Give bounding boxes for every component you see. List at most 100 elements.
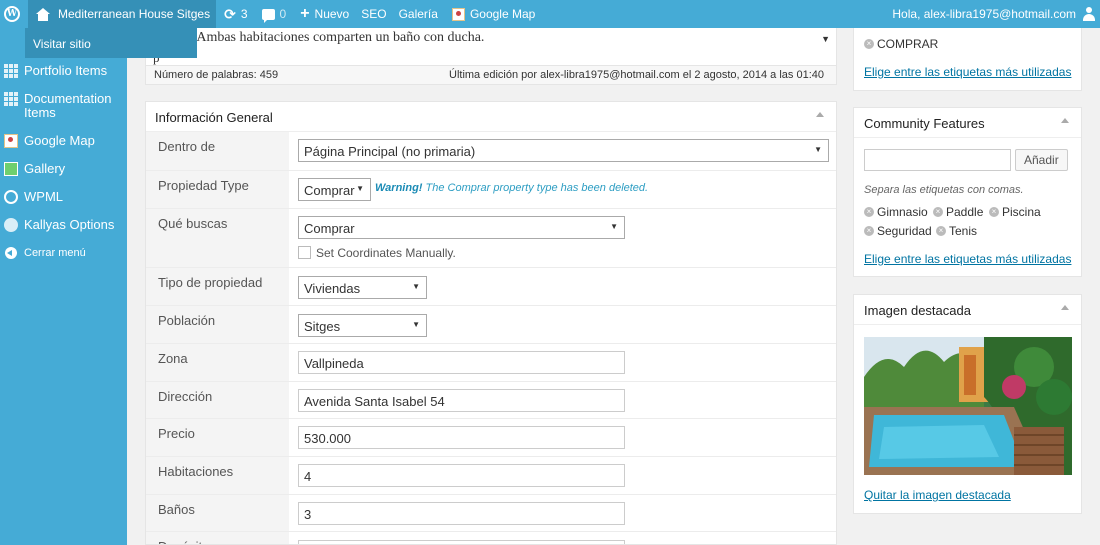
tipo-propiedad-select[interactable]: Viviendas ▼ xyxy=(298,276,427,299)
remove-tag-icon[interactable]: × xyxy=(933,207,943,217)
seo-button[interactable]: SEO xyxy=(355,0,392,28)
pool-photo-icon xyxy=(864,337,1072,475)
tag-item: × Gimnasio xyxy=(864,205,928,219)
tag-label: Piscina xyxy=(1002,205,1041,219)
add-tag-button[interactable]: Añadir xyxy=(1015,149,1068,171)
deposito-input[interactable] xyxy=(298,540,625,544)
featured-image-title: Imagen destacada xyxy=(864,303,971,318)
featured-image-thumbnail[interactable] xyxy=(864,337,1072,475)
map-icon xyxy=(4,134,18,148)
chevron-down-icon: ▼ xyxy=(412,320,420,329)
featured-image-header[interactable]: Imagen destacada xyxy=(854,295,1081,325)
field-label: Zona xyxy=(146,344,289,381)
tag-item: × Paddle xyxy=(933,205,983,219)
field-label: Propiedad Type xyxy=(146,171,289,208)
wpml-icon xyxy=(4,190,18,204)
direccion-input[interactable]: Avenida Santa Isabel 54 xyxy=(298,389,625,412)
choose-tags-link[interactable]: Elige entre las etiquetas más utilizadas xyxy=(864,252,1071,266)
chevron-down-icon: ▼ xyxy=(610,222,618,231)
collapse-arrow-icon[interactable] xyxy=(816,112,824,117)
admin-sidebar: Portfolio Items Documentation Items Goog… xyxy=(0,28,127,545)
scroll-down-icon[interactable]: ▼ xyxy=(821,34,830,44)
collapse-arrow-icon[interactable] xyxy=(1061,118,1069,123)
remove-tag-icon[interactable]: × xyxy=(864,39,874,49)
gallery-button[interactable]: Galería xyxy=(393,0,444,28)
remove-tag-icon[interactable]: × xyxy=(989,207,999,217)
sidebar-item-portfolio[interactable]: Portfolio Items xyxy=(0,64,127,78)
word-count: Número de palabras: 459 xyxy=(154,69,279,81)
remove-tag-icon[interactable]: × xyxy=(936,226,946,236)
new-label: Nuevo xyxy=(314,7,350,21)
collapse-icon xyxy=(5,247,17,259)
tag-label: Tenis xyxy=(949,224,978,238)
comment-icon xyxy=(261,8,275,23)
editor-status-bar: Número de palabras: 459 Última edición p… xyxy=(146,65,836,84)
sidebar-item-label: Kallyas Options xyxy=(24,217,115,232)
select-value: Viviendas xyxy=(304,281,361,296)
grid-icon xyxy=(4,64,18,78)
account-menu[interactable]: Hola, alex-libra1975@hotmail.com xyxy=(886,0,1100,28)
poblacion-select[interactable]: Sitges ▼ xyxy=(298,314,427,337)
info-general-header[interactable]: Información General xyxy=(146,102,836,132)
propiedad-type-select[interactable]: Comprar ▼ xyxy=(298,178,371,201)
remove-tag-icon[interactable]: × xyxy=(864,226,874,236)
editor-text: ble. Ambas habitaciones comparten un bañ… xyxy=(173,30,485,45)
que-buscas-select[interactable]: Comprar ▼ xyxy=(298,216,625,239)
tag-item: × COMPRAR xyxy=(864,37,938,51)
gallery-label: Galería xyxy=(398,7,438,21)
greeting: Hola, alex-libra1975@hotmail.com xyxy=(892,7,1076,21)
tag-input[interactable] xyxy=(864,149,1011,171)
remove-tag-icon[interactable]: × xyxy=(864,207,874,217)
chevron-down-icon: ▼ xyxy=(814,145,822,154)
set-coordinates-checkbox[interactable] xyxy=(298,246,311,259)
field-label: Baños xyxy=(146,495,289,531)
chevron-down-icon: ▼ xyxy=(356,184,364,193)
sidebar-item-gallery[interactable]: Gallery xyxy=(0,162,127,176)
tag-item: × Seguridad xyxy=(864,224,932,238)
info-general-title: Información General xyxy=(155,110,273,125)
collapse-arrow-icon[interactable] xyxy=(1061,305,1069,310)
choose-tags-link[interactable]: Elige entre las etiquetas más utilizadas xyxy=(864,65,1071,79)
site-name-menu[interactable]: Mediterranean House Sitges xyxy=(28,0,217,28)
row-habitaciones: Habitaciones 4 xyxy=(146,457,836,495)
community-features-box: Community Features Añadir Separa las eti… xyxy=(853,107,1082,277)
habitaciones-input[interactable]: 4 xyxy=(298,464,625,487)
row-propiedad-type: Propiedad Type Comprar ▼ Warning! The Co… xyxy=(146,171,836,209)
banos-input[interactable]: 3 xyxy=(298,502,625,525)
house-icon xyxy=(36,7,50,21)
field-label: Dentro de xyxy=(146,132,289,170)
grid-icon xyxy=(4,92,18,106)
wordpress-icon: W xyxy=(4,6,20,22)
content-editor[interactable]: ble. Ambas habitaciones comparten un bañ… xyxy=(145,28,837,85)
field-label: Depósito xyxy=(146,532,289,544)
refresh-icon: ⟳ xyxy=(224,5,236,22)
new-button[interactable]: + Nuevo xyxy=(292,0,355,28)
updates-button[interactable]: ⟳ 3 xyxy=(216,0,253,28)
visit-site-link[interactable]: Visitar sitio xyxy=(33,37,91,51)
select-value: Comprar xyxy=(304,221,355,236)
zona-input[interactable]: Vallpineda xyxy=(298,351,625,374)
collapse-label: Cerrar menú xyxy=(24,247,86,259)
row-dentro-de: Dentro de Página Principal (no primaria)… xyxy=(146,132,836,171)
sidebar-item-label: Portfolio Items xyxy=(24,63,108,78)
precio-input[interactable]: 530.000 xyxy=(298,426,625,449)
wp-logo-button[interactable]: W xyxy=(0,0,28,28)
sidebar-item-label: Gallery xyxy=(24,161,66,176)
google-map-button[interactable]: Google Map xyxy=(444,0,541,28)
remove-featured-image-link[interactable]: Quitar la imagen destacada xyxy=(864,488,1011,502)
sidebar-item-google-map[interactable]: Google Map xyxy=(0,134,127,148)
sidebar-item-kallyas[interactable]: Kallyas Options xyxy=(0,218,127,232)
sidebar-item-label: WPML xyxy=(24,189,63,204)
comments-count: 0 xyxy=(279,7,287,21)
community-features-header[interactable]: Community Features xyxy=(854,108,1081,138)
plus-icon: + xyxy=(300,5,310,22)
warning-message: Warning! The Comprar property type has b… xyxy=(375,182,648,194)
collapse-menu-button[interactable]: Cerrar menú xyxy=(0,246,127,260)
sidebar-item-documentation[interactable]: Documentation Items xyxy=(0,92,127,120)
admin-bar: W Mediterranean House Sitges ⟳ 3 0 + Nue… xyxy=(0,0,1100,28)
comments-button[interactable]: 0 xyxy=(254,0,293,28)
sidebar-item-wpml[interactable]: WPML xyxy=(0,190,127,204)
dentro-de-select[interactable]: Página Principal (no primaria) ▼ xyxy=(298,139,829,162)
updates-count: 3 xyxy=(240,7,248,21)
seo-label: SEO xyxy=(361,7,387,21)
